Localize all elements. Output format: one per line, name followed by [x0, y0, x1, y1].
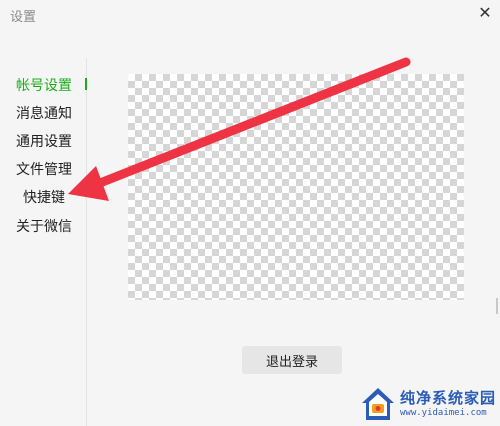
close-icon[interactable]: ✕	[474, 2, 496, 24]
watermark-title: 纯净系统家园	[400, 389, 497, 407]
sidebar-item-general[interactable]: 通用设置	[16, 131, 72, 151]
sidebar-item-files[interactable]: 文件管理	[16, 159, 72, 179]
active-indicator	[85, 78, 87, 90]
window-title: 设置	[10, 10, 37, 25]
watermark: 纯净系统家园 www.yidaimei.com	[360, 382, 500, 426]
scrollbar[interactable]	[496, 298, 498, 314]
sidebar-divider	[86, 58, 87, 426]
sidebar-item-account[interactable]: 帐号设置	[16, 75, 72, 95]
avatar-placeholder	[128, 74, 464, 300]
watermark-url: www.yidaimei.com	[400, 408, 487, 418]
house-logo-icon	[362, 388, 394, 420]
sidebar-item-notifications[interactable]: 消息通知	[16, 103, 72, 123]
logout-button[interactable]: 退出登录	[242, 346, 342, 374]
sidebar-item-shortcuts[interactable]: 快捷键	[23, 187, 65, 207]
sidebar-item-about[interactable]: 关于微信	[16, 216, 72, 236]
